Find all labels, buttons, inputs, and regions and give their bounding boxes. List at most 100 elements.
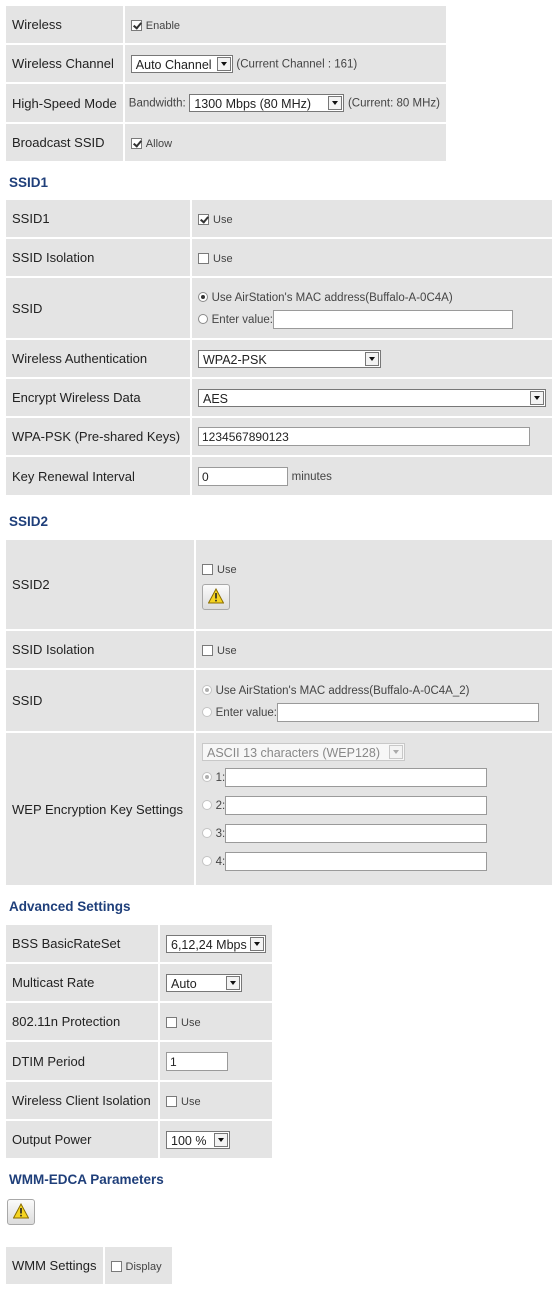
ssid2-key4-input[interactable] xyxy=(225,852,488,872)
dtim-input[interactable]: 1 xyxy=(166,1051,228,1071)
ssid2-ssid-cell: Use AirStation's MAC address(Buffalo-A-0… xyxy=(196,670,552,731)
ssid1-encrypt-select[interactable]: AES xyxy=(198,388,546,407)
ssid2-key1-radio[interactable] xyxy=(202,772,212,782)
ssid2-key3-input[interactable] xyxy=(225,824,488,844)
dtim-cell: 1 xyxy=(160,1042,272,1080)
power-label: Output Power xyxy=(6,1121,160,1158)
ssid2-isolation-checkbox[interactable] xyxy=(202,645,213,656)
ssid2-key1-label: 1: xyxy=(215,772,226,784)
ssid1-auth-select-value: WPA2-PSK xyxy=(203,352,267,367)
ssid1-table: SSID1 Use SSID Isolation Use SSID Use Ai… xyxy=(6,198,552,497)
ssid1-encrypt-select-value: AES xyxy=(203,391,229,406)
ssid2-table: SSID2 Use SSID Isolation Use SSID Use Ai… xyxy=(6,538,552,887)
ssid2-warning-button[interactable] xyxy=(202,583,230,610)
ssid2-wep-type-select[interactable]: ASCII 13 characters (WEP128) xyxy=(202,742,405,761)
wmm-table: WMM Settings Display xyxy=(6,1245,172,1286)
chevron-down-icon xyxy=(250,936,264,951)
ssid1-enter-input[interactable] xyxy=(273,310,513,330)
ssid1-renewal-label: Key Renewal Interval xyxy=(6,457,192,495)
ssid1-ssid-label: SSID xyxy=(6,278,192,338)
channel-select-value: Auto Channel xyxy=(135,57,212,72)
wmm-display-checkbox[interactable] xyxy=(110,1261,122,1272)
ssid2-key3-radio[interactable] xyxy=(202,828,212,838)
ssid2-key2-input[interactable] xyxy=(225,796,488,816)
client-iso-checkbox[interactable] xyxy=(166,1096,177,1107)
ssid1-encrypt-label: Encrypt Wireless Data xyxy=(6,379,192,416)
hsmode-label: High-Speed Mode xyxy=(6,84,125,122)
ssid2-key1-input[interactable] xyxy=(225,768,488,788)
bssid-allow-checkbox[interactable] xyxy=(130,138,142,149)
ssid1-renewal-input[interactable]: 0 xyxy=(198,466,288,486)
ssid2-wep-label: WEP Encryption Key Settings xyxy=(6,733,196,885)
wireless-enable-checkbox[interactable] xyxy=(130,20,142,31)
channel-select[interactable]: Auto Channel xyxy=(130,54,233,73)
bss-select-value: 6,12,24 Mbps xyxy=(171,937,247,952)
channel-current: (Current Channel : 161) xyxy=(236,57,358,70)
bss-cell: 6,12,24 Mbps xyxy=(160,925,272,962)
bss-label: BSS BasicRateSet xyxy=(6,925,160,962)
ssid1-use-label: SSID1 xyxy=(6,200,192,237)
wireless-enable-label: Enable xyxy=(145,20,181,32)
ssid2-mac-radio[interactable] xyxy=(202,684,212,695)
ssid1-enter-radio[interactable] xyxy=(198,314,208,324)
prot-checkbox[interactable] xyxy=(166,1017,177,1028)
ssid1-renewal-cell: 0 minutes xyxy=(192,457,552,495)
ssid2-wep-type-value: ASCII 13 characters (WEP128) xyxy=(207,745,380,760)
mcast-select[interactable]: Auto xyxy=(166,973,242,992)
chevron-down-icon xyxy=(530,390,544,405)
ssid1-auth-label: Wireless Authentication xyxy=(6,340,192,377)
ssid2-ssid-label: SSID xyxy=(6,670,196,731)
ssid1-heading: SSID1 xyxy=(9,175,49,190)
bandwidth-select[interactable]: 1300 Mbps (80 MHz) xyxy=(189,94,345,112)
ssid2-key4-label: 4: xyxy=(215,856,226,868)
ssid1-encrypt-cell: AES xyxy=(192,379,552,416)
ssid1-mac-radio[interactable] xyxy=(198,292,208,302)
ssid2-key4-radio[interactable] xyxy=(202,856,212,866)
ssid1-psk-input[interactable]: 1234567890123 xyxy=(198,427,530,446)
hsmode-cell: Bandwidth: 1300 Mbps (80 MHz) (Current: … xyxy=(124,84,446,122)
warning-icon xyxy=(208,587,224,603)
channel-cell: Auto Channel (Current Channel : 161) xyxy=(124,45,446,82)
prot-cell: Use xyxy=(160,1003,272,1040)
ssid1-use-text: Use xyxy=(213,214,233,226)
ssid1-psk-label: WPA-PSK (Pre-shared Keys) xyxy=(6,418,192,455)
power-select-value: 100 % xyxy=(171,1133,207,1148)
ssid2-key2-radio[interactable] xyxy=(202,800,212,810)
power-select[interactable]: 100 % xyxy=(166,1130,230,1149)
ssid2-key3-label: 3: xyxy=(215,828,226,840)
ssid1-psk-cell: 1234567890123 xyxy=(192,418,552,455)
ssid2-mac-option: Use AirStation's MAC address(Buffalo-A-0… xyxy=(215,684,470,697)
ssid1-renewal-unit: minutes xyxy=(291,470,332,483)
wmm-heading: WMM-EDCA Parameters xyxy=(9,1172,164,1187)
prot-label: 802.11n Protection xyxy=(6,1003,160,1040)
mcast-label: Multicast Rate xyxy=(6,964,160,1001)
wmm-settings-cell: Display xyxy=(104,1247,172,1284)
ssid1-ssid-cell: Use AirStation's MAC address(Buffalo-A-0… xyxy=(192,278,552,338)
chevron-down-icon xyxy=(328,96,343,110)
ssid2-heading: SSID2 xyxy=(9,514,49,529)
bandwidth-current: (Current: 80 MHz) xyxy=(347,97,440,110)
bandwidth-label: Bandwidth: xyxy=(128,97,186,110)
ssid2-isolation-label: SSID Isolation xyxy=(6,631,196,668)
ssid2-isolation-cell: Use xyxy=(196,631,552,668)
ssid2-key2-label: 2: xyxy=(215,800,226,812)
dtim-label: DTIM Period xyxy=(6,1042,160,1080)
ssid2-enter-radio[interactable] xyxy=(202,706,212,717)
ssid1-auth-cell: WPA2-PSK xyxy=(192,340,552,377)
ssid1-mac-option: Use AirStation's MAC address(Buffalo-A-0… xyxy=(211,292,453,304)
ssid1-auth-select[interactable]: WPA2-PSK xyxy=(198,349,381,368)
ssid2-use-cell: Use xyxy=(196,540,552,629)
ssid2-use-checkbox[interactable] xyxy=(202,563,213,575)
wireless-label: Wireless xyxy=(6,6,125,43)
bssid-label: Broadcast SSID xyxy=(6,124,125,161)
bss-select[interactable]: 6,12,24 Mbps xyxy=(166,934,266,953)
ssid1-isolation-checkbox[interactable] xyxy=(198,253,209,264)
warning-icon xyxy=(13,1203,29,1219)
ssid1-use-cell: Use xyxy=(192,200,552,237)
mcast-select-value: Auto xyxy=(171,976,197,991)
channel-label: Wireless Channel xyxy=(6,45,125,82)
wmm-warning-button[interactable] xyxy=(7,1199,35,1225)
ssid1-enter-label: Enter value: xyxy=(211,314,273,326)
ssid2-enter-input[interactable] xyxy=(277,702,539,722)
ssid1-use-checkbox[interactable] xyxy=(198,214,209,225)
